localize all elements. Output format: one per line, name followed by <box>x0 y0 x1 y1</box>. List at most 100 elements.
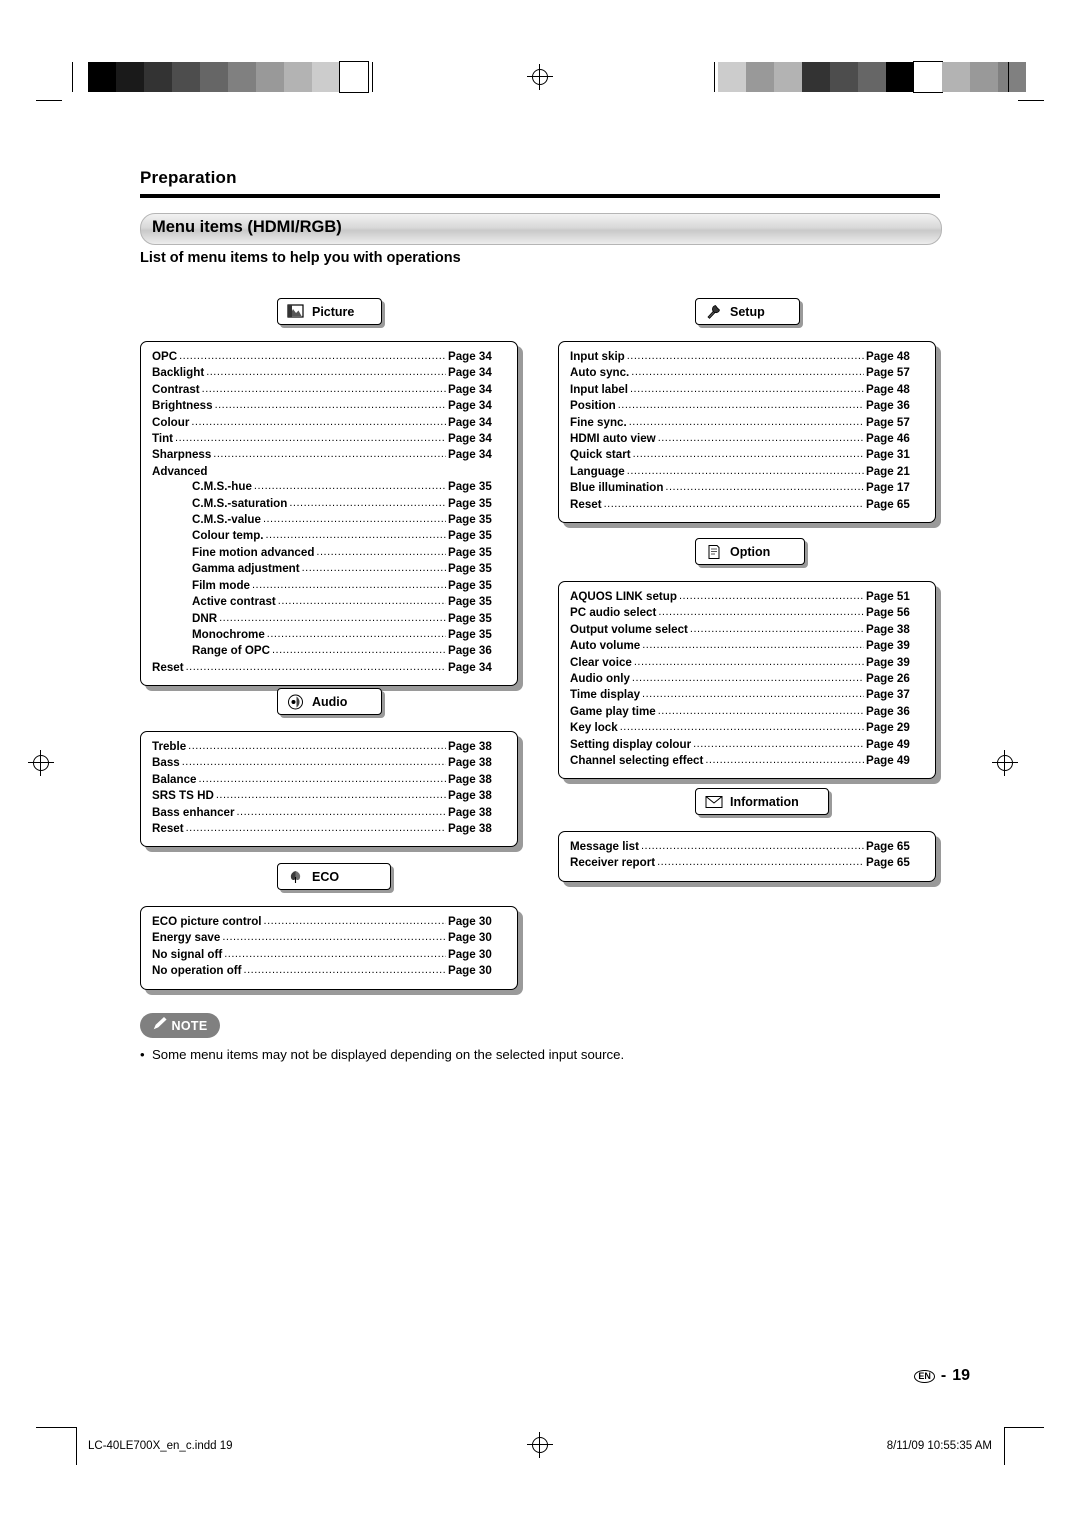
menu-item-label: C.M.S.-saturation <box>192 496 288 510</box>
menu-item-row: Message list............................… <box>570 839 924 855</box>
menu-item-row: C.M.S.-saturation.......................… <box>152 496 506 512</box>
tab-setup-label: Setup <box>730 304 765 319</box>
menu-item-row: Treble..................................… <box>152 739 506 755</box>
manual-page: Preparation Menu items (HDMI/RGB) List o… <box>0 0 1080 1527</box>
leader-dots: ........................................… <box>222 931 446 944</box>
leader-dots: ........................................… <box>642 688 864 701</box>
leader-dots: ........................................… <box>224 947 446 960</box>
menu-item-page-ref: Page 49 <box>866 737 910 751</box>
menu-item-page-ref: Page 35 <box>448 480 492 494</box>
menu-item-row: Gamma adjustment........................… <box>152 561 506 577</box>
menu-item-label: Key lock <box>570 721 618 735</box>
menu-item-row: Setting display colour..................… <box>570 737 924 753</box>
locale-badge: EN <box>914 1369 935 1383</box>
tab-option[interactable]: Option <box>695 538 805 565</box>
menu-item-page-ref: Page 37 <box>866 688 910 702</box>
menu-item-row: DNR.....................................… <box>152 611 506 627</box>
menu-item-page-ref: Page 35 <box>448 595 492 609</box>
menu-item-label: Tint <box>152 432 174 446</box>
menu-item-label: Reset <box>152 822 184 836</box>
menu-item-row: Audio only..............................… <box>570 671 924 687</box>
leader-dots: ........................................… <box>253 480 446 493</box>
tools-icon <box>704 302 723 321</box>
leader-dots: ........................................… <box>213 448 446 461</box>
menu-item-page-ref: Page 48 <box>866 382 910 396</box>
menu-item-page-ref: Page 35 <box>448 611 492 625</box>
menu-list-picture: OPC.....................................… <box>140 341 518 687</box>
tab-audio-label: Audio <box>312 694 348 709</box>
menu-item-label: Film mode <box>192 578 250 592</box>
menu-item-page-ref: Page 51 <box>866 590 910 603</box>
leader-dots: ........................................… <box>633 655 864 668</box>
menu-item-row: Blue illumination.......................… <box>570 480 924 496</box>
menu-item-page-ref: Page 31 <box>866 448 910 462</box>
leader-dots: ........................................… <box>236 805 447 818</box>
pencil-icon <box>153 1016 167 1035</box>
leader-dots: ........................................… <box>657 856 864 869</box>
tab-option-label: Option <box>730 544 771 559</box>
menu-item-row: Receiver report.........................… <box>570 855 924 871</box>
leader-dots: ........................................… <box>262 513 446 526</box>
leader-dots: ........................................… <box>629 382 864 395</box>
note-badge: NOTE <box>140 1013 220 1038</box>
menu-item-label: C.M.S.-hue <box>192 480 252 494</box>
menu-item-row: C.M.S.-hue..............................… <box>152 479 506 495</box>
menu-item-page-ref: Page 57 <box>866 415 910 429</box>
menu-item-row: HDMI auto view..........................… <box>570 431 924 447</box>
tab-setup[interactable]: Setup <box>695 298 800 325</box>
menu-item-label: Blue illumination <box>570 481 664 495</box>
tab-audio[interactable]: Audio <box>277 688 382 715</box>
leader-dots: ........................................… <box>198 772 446 785</box>
menu-item-page-ref: Page 30 <box>448 964 492 978</box>
menu-item-page-ref: Page 35 <box>448 627 492 641</box>
leader-dots: ........................................… <box>693 737 864 750</box>
menu-item-row: Reset...................................… <box>152 660 506 676</box>
menu-item-page-ref: Page 34 <box>448 350 492 363</box>
menu-item-page-ref: Page 35 <box>448 496 492 510</box>
menu-item-row: Input skip..............................… <box>570 349 924 365</box>
menu-item-row: Bass....................................… <box>152 755 506 771</box>
menu-item-label: Backlight <box>152 366 205 380</box>
menu-item-page-ref: Page 35 <box>448 545 492 559</box>
menu-item-page-ref: Page 65 <box>866 840 910 853</box>
tab-picture[interactable]: Picture <box>277 298 382 325</box>
menu-item-row: No operation off........................… <box>152 963 506 979</box>
menu-item-page-ref: Page 35 <box>448 562 492 576</box>
title-divider <box>140 194 940 198</box>
menu-item-page-ref: Page 26 <box>866 672 910 686</box>
leader-dots: ........................................… <box>626 350 864 362</box>
leader-dots: ........................................… <box>206 366 446 379</box>
menu-item-label: Gamma adjustment <box>192 562 300 576</box>
note-label: NOTE <box>171 1018 208 1033</box>
menu-item-row: Key lock................................… <box>570 720 924 736</box>
menu-item-row: Quick start.............................… <box>570 447 924 463</box>
menu-item-row: Auto sync...............................… <box>570 365 924 381</box>
tab-picture-label: Picture <box>312 304 355 319</box>
menu-item-page-ref: Page 35 <box>448 578 492 592</box>
leader-dots: ........................................… <box>631 366 864 379</box>
menu-item-row: No signal off...........................… <box>152 947 506 963</box>
menu-item-page-ref: Page 56 <box>866 606 910 620</box>
menu-item-page-ref: Page 30 <box>448 931 492 945</box>
menu-item-page-ref: Page 34 <box>448 660 492 674</box>
menu-item-page-ref: Page 48 <box>866 350 910 363</box>
menu-item-row: Clear voice.............................… <box>570 655 924 671</box>
tab-information[interactable]: Information <box>695 788 829 815</box>
menu-item-label: ECO picture control <box>152 915 262 928</box>
leader-dots: ........................................… <box>201 382 446 395</box>
menu-item-row: Advanced................................… <box>152 464 506 479</box>
tab-eco[interactable]: ECO <box>277 863 391 890</box>
menu-item-label: Contrast <box>152 382 200 396</box>
menu-item-label: Message list <box>570 840 639 853</box>
menu-item-row: AQUOS LINK setup........................… <box>570 589 924 605</box>
menu-item-label: Input label <box>570 382 628 396</box>
menu-item-label: Sharpness <box>152 448 212 462</box>
menu-item-page-ref: Page 65 <box>866 856 910 870</box>
menu-item-page-ref: Page 29 <box>866 721 910 735</box>
menu-item-page-ref: Page 36 <box>866 399 910 413</box>
page-number: 19 <box>952 1367 970 1384</box>
menu-item-row: Monochrome..............................… <box>152 627 506 643</box>
menu-item-page-ref: Page 34 <box>448 415 492 429</box>
tab-eco-label: ECO <box>312 869 340 884</box>
menu-item-label: Setting display colour <box>570 737 692 751</box>
